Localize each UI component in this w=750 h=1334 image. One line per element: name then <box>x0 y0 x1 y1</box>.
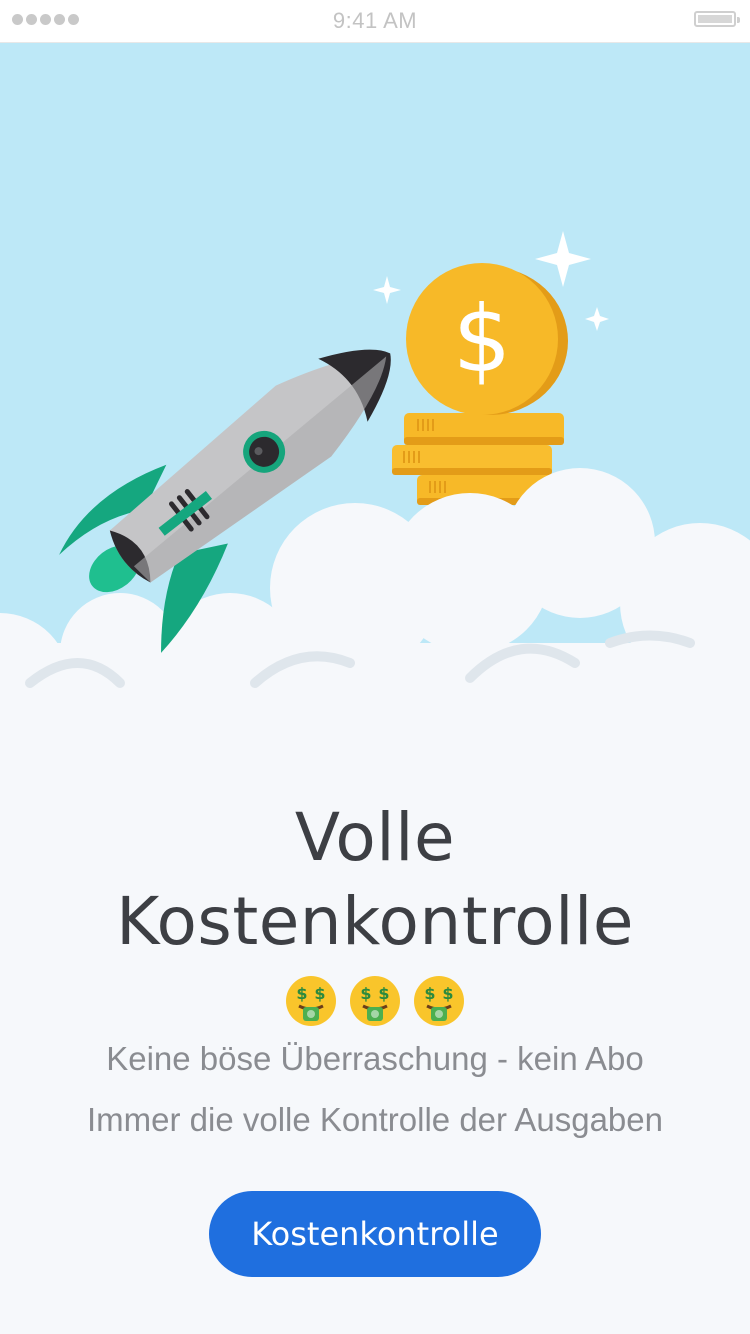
svg-text:$: $ <box>378 984 389 1003</box>
money-face-emoji-row: $ $ $ $ $ $ <box>0 975 750 1027</box>
svg-text:$: $ <box>453 286 512 393</box>
status-bar: 9:41 AM <box>0 0 750 43</box>
page-title-line2: Kostenkontrolle <box>116 883 634 960</box>
battery-icon <box>694 11 740 27</box>
svg-text:$: $ <box>442 984 453 1003</box>
subtitle-full-control: Immer die volle Kontrolle der Ausgaben <box>87 1101 663 1138</box>
status-time: 9:41 AM <box>332 8 418 33</box>
svg-text:$: $ <box>360 984 371 1003</box>
hero-illustration: $ <box>0 43 750 703</box>
page-title-line1: Volle <box>294 799 456 876</box>
svg-text:$: $ <box>296 984 307 1003</box>
money-mouth-face-icon: $ $ <box>350 976 400 1026</box>
cost-control-button[interactable]: Kostenkontrolle <box>209 1191 541 1277</box>
svg-text:$: $ <box>314 984 325 1003</box>
money-mouth-face-icon: $ $ <box>414 976 464 1026</box>
page-title: Volle Kostenkontrolle <box>0 796 750 964</box>
svg-text:$: $ <box>424 984 435 1003</box>
money-mouth-face-icon: $ $ <box>286 976 336 1026</box>
subtitle-no-surprise: Keine böse Überraschung - kein Abo <box>106 1040 644 1077</box>
